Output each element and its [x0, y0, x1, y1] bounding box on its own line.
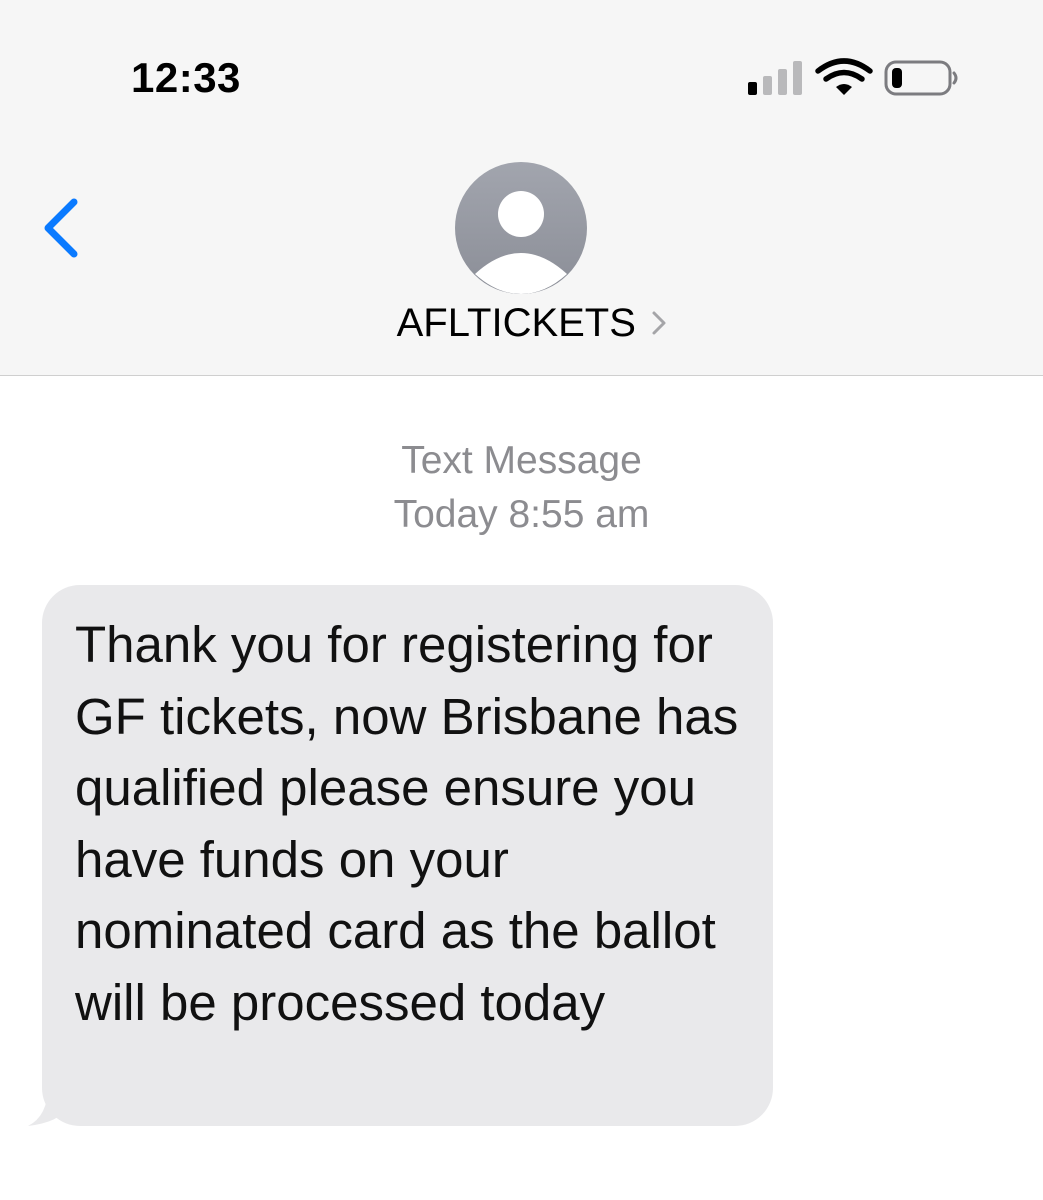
- contact-avatar[interactable]: [455, 162, 587, 294]
- message-text: Thank you for registering for GF tickets…: [75, 616, 739, 1031]
- battery-icon: [884, 60, 958, 96]
- cellular-signal-icon: [748, 61, 802, 95]
- chevron-left-icon: [44, 198, 78, 258]
- chevron-right-icon: [652, 311, 666, 335]
- wifi-icon: [815, 58, 873, 95]
- back-button[interactable]: [30, 190, 90, 270]
- incoming-message-bubble[interactable]: Thank you for registering for GF tickets…: [42, 585, 773, 1126]
- status-bar-icons: [748, 58, 958, 96]
- person-placeholder-icon: [475, 191, 567, 294]
- navigation-header: 12:33 AFLTICKETS: [0, 0, 1043, 376]
- contact-name: AFLTICKETS: [396, 301, 636, 345]
- status-time: 12:33: [131, 54, 241, 101]
- contact-details-button[interactable]: AFLTICKETS: [0, 298, 1043, 348]
- message-type-label: Text Message: [401, 439, 642, 482]
- message-timestamp: Today 8:55 am: [393, 493, 650, 536]
